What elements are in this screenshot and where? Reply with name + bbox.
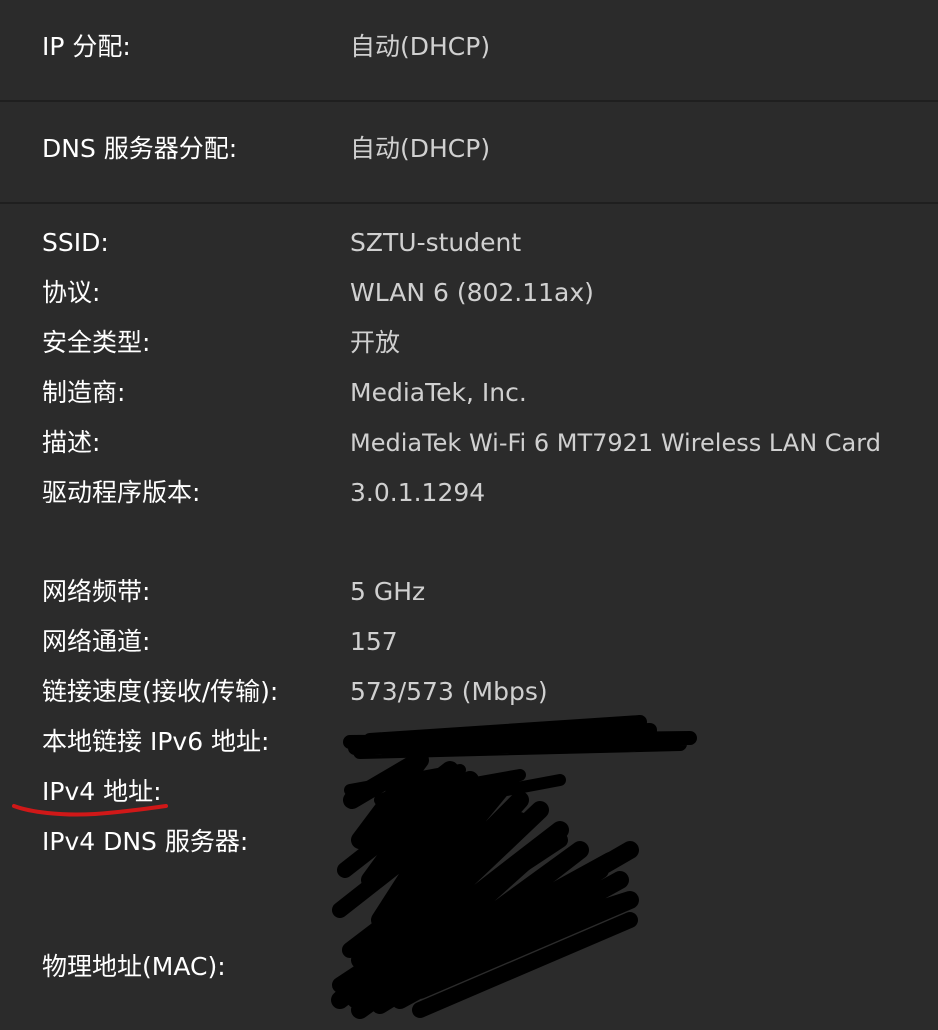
redaction-scribble [331,715,697,1019]
annotation-overlay [12,715,697,1019]
red-underline-annotation [12,804,168,817]
